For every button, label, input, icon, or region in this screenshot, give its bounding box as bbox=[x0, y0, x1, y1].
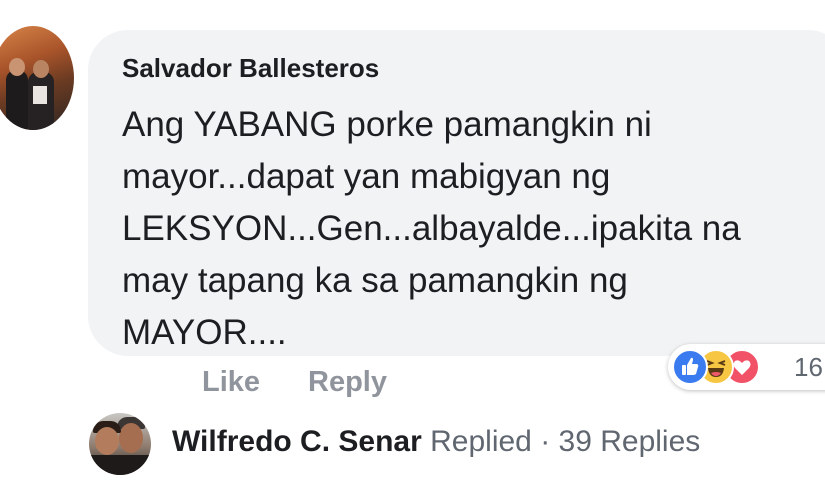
reply-button[interactable]: Reply bbox=[308, 366, 387, 399]
comment-text-line: mayor...dapat yan mabigyan ng bbox=[122, 157, 611, 196]
avatar-shirt bbox=[33, 86, 47, 104]
like-icon bbox=[672, 349, 708, 385]
reactions-summary[interactable]: 16 bbox=[668, 344, 825, 390]
avatar-figure-left bbox=[6, 70, 28, 130]
comment-text-line: LEKSYON...Gen...albayalde...ipakita na bbox=[122, 209, 741, 248]
comment-text-line: Ang YABANG porke pamangkin ni bbox=[122, 105, 652, 144]
reactions-count: 16 bbox=[794, 352, 823, 382]
comment-text: Ang YABANG porke pamangkin ni mayor...da… bbox=[122, 99, 825, 359]
replied-label: Replied bbox=[430, 425, 532, 458]
comment-author-name[interactable]: Salvador Ballesteros bbox=[122, 53, 379, 84]
view-replies-link[interactable]: Wilfredo C. Senar Replied · 39 Replies bbox=[172, 425, 700, 459]
avatar-head-right bbox=[119, 423, 143, 453]
comment-text-line: may tapang ka sa pamangkin ng bbox=[122, 261, 628, 300]
avatar-body bbox=[89, 455, 151, 475]
separator-dot: · bbox=[531, 425, 559, 458]
replies-count: 39 Replies bbox=[558, 425, 701, 458]
commenter-avatar[interactable] bbox=[0, 26, 74, 130]
avatar-head-left bbox=[9, 58, 25, 76]
replier-name: Wilfredo C. Senar bbox=[172, 425, 422, 458]
replier-avatar[interactable] bbox=[89, 413, 151, 475]
avatar-head-left bbox=[95, 427, 119, 455]
avatar-head-right bbox=[33, 60, 49, 78]
like-button[interactable]: Like bbox=[202, 366, 260, 399]
